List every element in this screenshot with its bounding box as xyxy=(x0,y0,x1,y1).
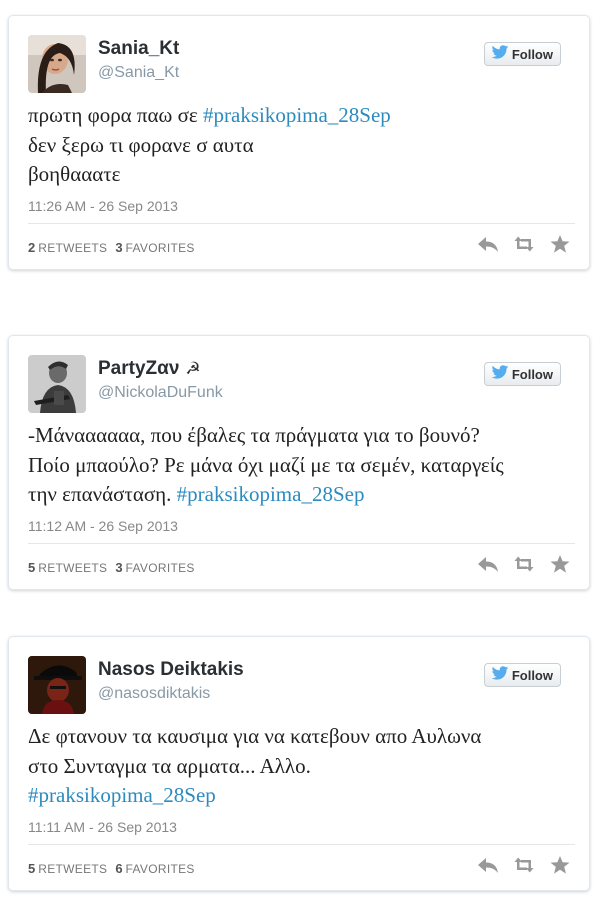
avatar[interactable] xyxy=(28,355,86,413)
reply-icon[interactable] xyxy=(477,234,499,254)
hammer-sickle-icon: ☭ xyxy=(185,359,201,378)
favorites-count: 3 xyxy=(115,560,123,575)
user-name[interactable]: Sania_Kt xyxy=(98,38,179,60)
follow-button[interactable]: Follow xyxy=(483,663,561,687)
tweet-text: πρωτη φορα παω σε #praksikopima_28Sep δε… xyxy=(28,101,573,190)
tweet-stats: 5 RETWEETS 6 FAVORITES xyxy=(28,861,195,876)
tweet-text-line: βοηθααατε xyxy=(28,162,121,186)
divider xyxy=(28,543,575,544)
tweet-actions xyxy=(477,554,571,574)
tweet-actions xyxy=(477,234,571,254)
retweets-label: RETWEETS xyxy=(38,862,108,876)
user-name[interactable]: PartyZαν ☭ xyxy=(98,358,201,380)
tweet-text-line: στο Συνταγμα τα αρματα... Αλλο. xyxy=(28,753,311,778)
follow-label: Follow xyxy=(511,667,553,683)
tweet-text: -Μάναααααα, που έβαλες τα πράγματα για τ… xyxy=(28,421,573,510)
follow-button[interactable]: Follow xyxy=(483,42,561,66)
divider xyxy=(28,844,575,845)
reply-icon[interactable] xyxy=(477,855,499,875)
tweet-text-line: δεν ξερω τι φορανε σ αυτα xyxy=(28,132,254,157)
star-icon[interactable] xyxy=(549,855,571,875)
retweets-stat[interactable]: 5 RETWEETS xyxy=(28,861,107,876)
retweet-icon[interactable] xyxy=(513,855,535,875)
avatar[interactable] xyxy=(28,35,86,93)
favorites-count: 6 xyxy=(115,861,123,876)
hashtag-link[interactable]: #praksikopima_28Sep xyxy=(177,482,365,506)
retweets-stat[interactable]: 2 RETWEETS xyxy=(28,240,107,255)
twitter-bird-icon xyxy=(491,666,509,684)
avatar[interactable] xyxy=(28,656,86,714)
twitter-bird-icon xyxy=(491,45,509,63)
follow-label: Follow xyxy=(511,46,553,62)
tweet-stats: 5 RETWEETS 3 FAVORITES xyxy=(28,560,195,575)
user-name[interactable]: Nasos Deiktakis xyxy=(98,659,244,681)
favorites-count: 3 xyxy=(115,240,123,255)
tweet-timestamp[interactable]: 11:12 AM - 26 Sep 2013 xyxy=(28,518,178,534)
user-handle[interactable]: @NickolaDuFunk xyxy=(98,384,223,402)
retweet-icon[interactable] xyxy=(513,234,535,254)
user-handle[interactable]: @nasosdiktakis xyxy=(98,685,210,703)
tweet-text-line: Δε φτανουν τα καυσιμα για να κατεβουν απ… xyxy=(28,724,482,748)
hashtag-link[interactable]: #praksikopima_28Sep xyxy=(28,783,216,807)
favorites-label: FAVORITES xyxy=(125,862,195,876)
retweets-label: RETWEETS xyxy=(38,241,108,255)
favorites-stat[interactable]: 6 FAVORITES xyxy=(115,861,194,876)
tweet-text: Δε φτανουν τα καυσιμα για να κατεβουν απ… xyxy=(28,722,573,811)
tweet-card: Nasos Deiktakis @nasosdiktakis Follow Δε… xyxy=(8,636,590,891)
tweet-timestamp[interactable]: 11:26 AM - 26 Sep 2013 xyxy=(28,198,178,214)
retweets-count: 2 xyxy=(28,240,36,255)
twitter-bird-icon xyxy=(491,365,509,383)
tweet-card: Sania_Kt @Sania_Kt Follow πρωτη φορα παω… xyxy=(8,15,590,270)
reply-icon[interactable] xyxy=(477,554,499,574)
tweet-timestamp[interactable]: 11:11 AM - 26 Sep 2013 xyxy=(28,819,177,835)
tweet-text-line: την επανάσταση. xyxy=(28,482,177,506)
favorites-stat[interactable]: 3 FAVORITES xyxy=(115,240,194,255)
favorites-stat[interactable]: 3 FAVORITES xyxy=(115,560,194,575)
user-handle[interactable]: @Sania_Kt xyxy=(98,64,179,82)
favorites-label: FAVORITES xyxy=(125,561,195,575)
tweet-actions xyxy=(477,855,571,875)
follow-label: Follow xyxy=(511,366,553,382)
tweet-text-line: Ποίο μπαούλο? Ρε μάνα όχι μαζί με τα σεμ… xyxy=(28,452,504,477)
hashtag-link[interactable]: #praksikopima_28Sep xyxy=(203,103,391,127)
retweets-stat[interactable]: 5 RETWEETS xyxy=(28,560,107,575)
retweets-count: 5 xyxy=(28,861,36,876)
tweet-stats: 2 RETWEETS 3 FAVORITES xyxy=(28,240,195,255)
tweet-text-line: -Μάναααααα, που έβαλες τα πράγματα για τ… xyxy=(28,423,480,447)
star-icon[interactable] xyxy=(549,234,571,254)
retweets-count: 5 xyxy=(28,560,36,575)
tweet-card: PartyZαν ☭ @NickolaDuFunk Follow -Μάναααα… xyxy=(8,335,590,590)
tweet-text-line: πρωτη φορα παω σε xyxy=(28,103,203,127)
divider xyxy=(28,223,575,224)
retweet-icon[interactable] xyxy=(513,554,535,574)
star-icon[interactable] xyxy=(549,554,571,574)
retweets-label: RETWEETS xyxy=(38,561,108,575)
follow-button[interactable]: Follow xyxy=(483,362,561,386)
favorites-label: FAVORITES xyxy=(125,241,195,255)
